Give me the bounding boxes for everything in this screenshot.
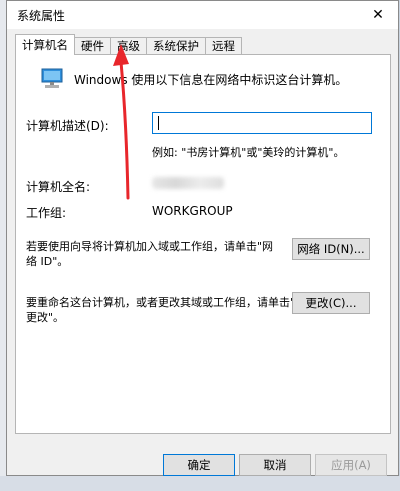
workgroup-label: 工作组:	[26, 206, 67, 220]
network-id-description-line1: 若要使用向导将计算机加入域或工作组，请单击"网	[26, 240, 274, 253]
network-id-description-line2: 络 ID"。	[26, 255, 69, 268]
title-bar: 系统属性 ✕	[7, 1, 398, 29]
tab-strip: 计算机名 硬件 高级 系统保护 远程	[15, 34, 242, 55]
rename-description-line2: 更改"。	[26, 311, 65, 324]
computer-description-label: 计算机描述(D):	[26, 119, 109, 133]
tab-hardware[interactable]: 硬件	[74, 37, 111, 55]
computer-icon	[41, 68, 63, 88]
change-button[interactable]: 更改(C)...	[292, 292, 370, 314]
full-name-redacted-value	[152, 177, 224, 189]
full-name-label: 计算机全名:	[26, 180, 91, 194]
system-properties-dialog: 系统属性 ✕ 计算机名 硬件 高级 系统保护 远程 Windows 使用以下信息…	[6, 0, 399, 476]
apply-button[interactable]: 应用(A)	[315, 454, 387, 476]
tab-remote[interactable]: 远程	[205, 37, 242, 55]
ok-button[interactable]: 确定	[163, 454, 235, 476]
tab-system-protection[interactable]: 系统保护	[146, 37, 206, 55]
rename-description-line1: 要重命名这台计算机，或者更改其域或工作组，请单击"	[26, 296, 296, 309]
computer-description-input[interactable]	[152, 112, 372, 134]
close-icon[interactable]: ✕	[358, 1, 398, 29]
tab-computer-name[interactable]: 计算机名	[15, 34, 75, 55]
description-example-hint: 例如: "书房计算机"或"美玲的计算机"。	[152, 146, 345, 159]
computer-name-panel: Windows 使用以下信息在网络中标识这台计算机。 计算机描述(D): 例如:…	[15, 54, 391, 434]
window-title: 系统属性	[17, 9, 66, 23]
background-window-strip	[0, 476, 400, 491]
text-caret	[158, 116, 159, 130]
tab-advanced[interactable]: 高级	[110, 37, 147, 55]
intro-text: Windows 使用以下信息在网络中标识这台计算机。	[74, 73, 348, 87]
workgroup-value: WORKGROUP	[152, 204, 233, 218]
cancel-button[interactable]: 取消	[239, 454, 311, 476]
network-id-button[interactable]: 网络 ID(N)...	[292, 238, 370, 260]
